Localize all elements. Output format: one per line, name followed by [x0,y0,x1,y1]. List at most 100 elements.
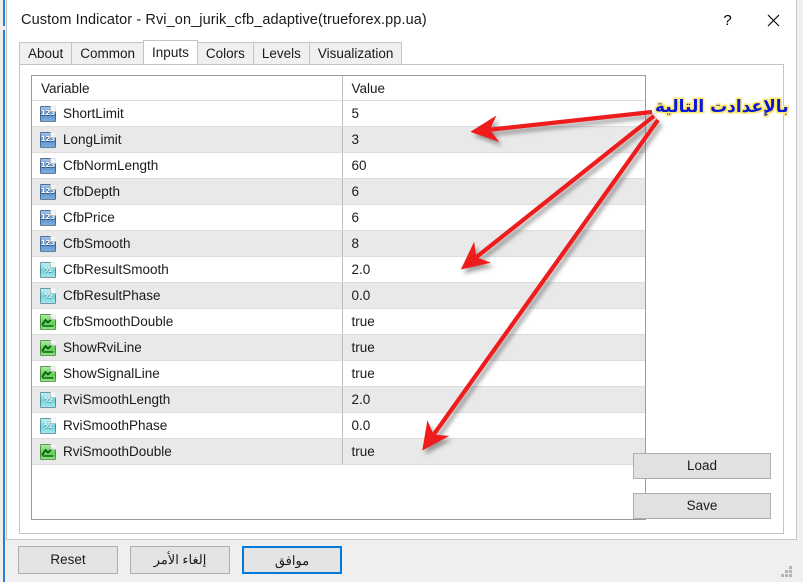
value-text: 3 [351,132,360,147]
variable-name: CfbResultPhase [63,288,161,303]
variable-cell: CfbSmoothDouble [32,308,342,335]
value-cell[interactable]: 5 [341,100,645,127]
tab-colors[interactable]: Colors [196,42,254,64]
variable-name: CfbSmooth [63,236,131,251]
value-text: true [351,314,375,329]
variable-cell: ½ CfbResultSmooth [32,256,342,283]
variable-name: CfbResultSmooth [63,262,169,277]
value-text: true [351,340,375,355]
value-cell[interactable]: 3 [341,126,645,153]
variable-cell: 123 ShortLimit [32,100,342,127]
value-cell[interactable]: 8 [341,230,645,257]
table-row[interactable]: 123 CfbDepth 6 [32,178,645,205]
variable-cell: 123 CfbNormLength [32,152,342,179]
annotation-text: بالإعدادت التالية [655,97,789,117]
value-text: 0.0 [351,288,371,303]
value-text: 6 [351,184,360,199]
table-row[interactable]: ½ RviSmoothPhase 0.0 [32,412,645,439]
variable-cell: ShowSignalLine [32,360,342,387]
value-cell[interactable]: true [341,334,645,361]
variable-cell: 123 CfbPrice [32,204,342,231]
variable-name: CfbPrice [63,210,115,225]
value-cell[interactable]: true [341,360,645,387]
close-icon[interactable] [750,0,796,40]
table-row[interactable]: 123 LongLimit 3 [32,126,645,153]
dialog-footer: Reset إلغاء الأمر موافق [6,540,797,582]
variable-cell: 123 LongLimit [32,126,342,153]
value-cell[interactable]: 0.0 [341,282,645,309]
load-button[interactable]: Load [633,453,771,479]
tab-levels[interactable]: Levels [252,42,310,64]
int-type-icon: 123 [40,235,56,252]
ok-button[interactable]: موافق [242,546,342,574]
variable-name: ShortLimit [63,106,124,121]
table-row[interactable]: 123 ShortLimit 5 [32,100,645,127]
value-cell[interactable]: 2.0 [341,386,645,413]
dbl-type-icon: ½ [40,417,56,434]
preset-buttons: Load Save [633,453,771,519]
bool-type-icon [40,339,56,356]
value-text: 5 [351,106,360,121]
value-text: 2.0 [351,392,371,407]
variable-name: RviSmoothPhase [63,418,168,433]
value-cell[interactable]: true [341,438,645,465]
table-row[interactable]: ½ RviSmoothLength 2.0 [32,386,645,413]
bool-type-icon [40,443,56,460]
int-type-icon: 123 [40,157,56,174]
table-header-row: Variable Value [32,76,645,101]
bool-type-icon [40,365,56,382]
title-bar: Custom Indicator - Rvi_on_jurik_cfb_adap… [7,0,796,40]
cancel-button[interactable]: إلغاء الأمر [130,546,230,574]
save-button[interactable]: Save [633,493,771,519]
table-row[interactable]: 123 CfbNormLength 60 [32,152,645,179]
table-row[interactable]: CfbSmoothDouble true [32,308,645,335]
int-type-icon: 123 [40,183,56,200]
value-cell[interactable]: 6 [341,178,645,205]
column-header-variable: Variable [32,76,342,101]
value-text: 60 [351,158,367,173]
bool-type-icon [40,313,56,330]
variable-cell: ½ CfbResultPhase [32,282,342,309]
variable-name: ShowSignalLine [63,366,160,381]
tab-about[interactable]: About [19,42,73,64]
value-text: 8 [351,236,360,251]
value-cell[interactable]: 0.0 [341,412,645,439]
table-row[interactable]: ShowSignalLine true [32,360,645,387]
value-cell[interactable]: 60 [341,152,645,179]
variable-name: RviSmoothDouble [63,444,172,459]
int-type-icon: 123 [40,209,56,226]
dbl-type-icon: ½ [40,391,56,408]
table-row[interactable]: ShowRviLine true [32,334,645,361]
custom-indicator-dialog: Custom Indicator - Rvi_on_jurik_cfb_adap… [6,0,797,540]
tab-common[interactable]: Common [71,42,145,64]
table-row[interactable]: 123 CfbPrice 6 [32,204,645,231]
variable-name: LongLimit [63,132,122,147]
table-row[interactable]: 123 CfbSmooth 8 [32,230,645,257]
parameters-table-container[interactable]: Variable Value 123 ShortLimit 5 123 LongLimi… [31,75,646,520]
reset-button[interactable]: Reset [18,546,118,574]
help-icon[interactable]: ? [705,0,750,40]
tab-inputs[interactable]: Inputs [143,40,198,64]
value-cell[interactable]: 6 [341,204,645,231]
table-row[interactable]: ½ CfbResultSmooth 2.0 [32,256,645,283]
table-row[interactable]: RviSmoothDouble true [32,438,645,465]
value-text: true [351,444,375,459]
window-edge-accent-top [3,0,5,26]
window-title: Custom Indicator - Rvi_on_jurik_cfb_adap… [21,12,427,28]
value-cell[interactable]: true [341,308,645,335]
dbl-type-icon: ½ [40,261,56,278]
value-text: 0.0 [351,418,371,433]
variable-cell: 123 CfbDepth [32,178,342,205]
tab-visualization[interactable]: Visualization [308,42,403,64]
resize-grip-icon[interactable] [781,566,792,577]
table-row[interactable]: ½ CfbResultPhase 0.0 [32,282,645,309]
variable-name: CfbDepth [63,184,121,199]
value-text: 2.0 [351,262,371,277]
variable-name: CfbNormLength [63,158,159,173]
inputs-panel: Variable Value 123 ShortLimit 5 123 LongLimi… [19,64,784,534]
variable-cell: ShowRviLine [32,334,342,361]
value-cell[interactable]: 2.0 [341,256,645,283]
tab-bar: About Common Inputs Colors Levels Visual… [19,40,796,64]
variable-cell: 123 CfbSmooth [32,230,342,257]
variable-cell: RviSmoothDouble [32,438,342,465]
